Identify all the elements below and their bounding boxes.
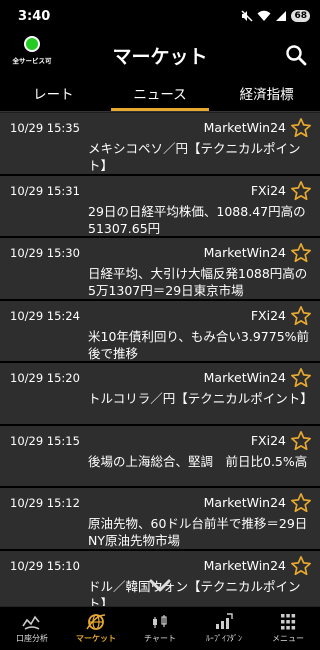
news-headline: 米10年債利回り、もみ合い3.9775%前後で推移 [88,328,310,361]
news-headline: 29日の日経平均株価、1088.47円高の51307.65円 [88,203,306,236]
nav-account-analysis[interactable]: 口座分析 [0,607,64,650]
news-source: FXi24 [250,432,286,448]
news-item[interactable]: 10/29 15:12 MarketWin24 原油先物、60ドル台前半で推移＝… [0,488,320,551]
news-item[interactable]: 10/29 15:24 FXi24 米10年債利回り、もみ合い3.9775%前後… [0,300,320,363]
tab-bar: レート ニュース 経済指標 [0,78,320,112]
news-source: MarketWin24 [203,557,286,573]
news-headline: 後場の上海総合、堅調 前日比0.5%高 [88,453,308,469]
nav-label: チャート [144,634,176,643]
nav-label: メニュー [272,634,304,643]
loop-ifdone-icon [216,613,233,629]
star-icon[interactable] [290,492,312,514]
news-time: 10/29 15:35 [10,121,80,135]
wifi-icon [257,10,271,21]
nav-loop-ifdone[interactable]: ﾙｰﾌﾟｲﾌﾀﾞﾝ [192,607,256,650]
app-header: 全サービス可 マーケット [0,32,320,78]
service-status-icon [24,36,40,52]
service-status[interactable]: 全サービス可 [8,36,56,65]
star-icon[interactable] [290,367,312,389]
star-icon[interactable] [290,555,312,577]
news-headline: 日経平均、大引け大幅反発1088円高の5万1307円＝29日東京市場 [88,266,308,298]
battery-indicator: 68 [291,10,310,22]
star-icon[interactable] [290,242,312,264]
news-headline: メキシコペソ／円【テクニカルポイント】 [88,141,301,173]
news-time: 10/29 15:10 [10,558,80,573]
nav-menu[interactable]: メニュー [256,607,320,650]
news-item[interactable]: 10/29 15:15 FXi24 後場の上海総合、堅調 前日比0.5%高 [0,425,320,488]
status-bar: 3:40 68 [0,0,320,32]
status-icons: 68 [241,10,310,22]
menu-grid-icon [281,614,296,630]
service-status-label: 全サービス可 [12,57,52,65]
nav-label: 口座分析 [16,634,48,643]
status-time: 3:40 [18,8,51,24]
tab-economic-indicators[interactable]: 経済指標 [213,78,320,111]
market-globe-icon [86,614,106,630]
news-time: 10/29 15:12 [10,496,80,510]
signal-icon [276,11,287,21]
nav-chart[interactable]: チャート [128,607,192,650]
news-time: 10/29 15:24 [10,308,80,323]
news-time: 10/29 15:31 [10,183,80,198]
news-list[interactable]: 10/29 15:35 MarketWin24 メキシコペソ／円【テクニカルポイ… [0,113,320,606]
news-source: MarketWin24 [203,245,286,260]
chevron-down-icon[interactable] [148,578,172,594]
news-headline: 原油先物、60ドル台前半で推移＝29日NY原油先物市場 [88,516,308,548]
news-item[interactable]: 10/29 15:35 MarketWin24 メキシコペソ／円【テクニカルポイ… [0,113,320,176]
search-icon[interactable] [284,43,308,67]
news-item[interactable]: 10/29 15:31 FXi24 29日の日経平均株価、1088.47円高の5… [0,175,320,238]
nav-label: マーケット [76,634,116,643]
star-icon[interactable] [290,117,312,139]
nav-market[interactable]: マーケット [64,607,128,650]
star-icon[interactable] [290,430,312,452]
tab-rate[interactable]: レート [0,78,107,111]
mute-icon [241,10,253,22]
star-icon[interactable] [290,305,312,327]
news-headline: トルコリラ／円【テクニカルポイント】 [88,391,310,406]
chart-icon [153,615,167,628]
bottom-navigation: 口座分析 マーケット チャート ﾙｰﾌﾟｲﾌﾀﾞﾝ メニュー [0,606,320,650]
news-source: FXi24 [250,307,286,323]
star-icon[interactable] [290,180,312,202]
news-item[interactable]: 10/29 15:30 MarketWin24 日経平均、大引け大幅反発1088… [0,238,320,301]
news-source: MarketWin24 [203,495,286,510]
news-time: 10/29 15:15 [10,433,80,448]
news-time: 10/29 15:30 [10,246,80,260]
news-time: 10/29 15:20 [10,371,80,385]
news-headline: ドル／韓国ウォン【テクニカルポイント】 [88,578,301,607]
tab-news[interactable]: ニュース [107,78,214,111]
news-source: FXi24 [250,182,286,198]
news-item[interactable]: 10/29 15:20 MarketWin24 トルコリラ／円【テクニカルポイン… [0,363,320,426]
nav-label: ﾙｰﾌﾟｲﾌﾀﾞﾝ [206,634,242,643]
news-source: MarketWin24 [203,120,286,135]
news-source: MarketWin24 [203,370,286,385]
account-analysis-icon [22,615,40,630]
